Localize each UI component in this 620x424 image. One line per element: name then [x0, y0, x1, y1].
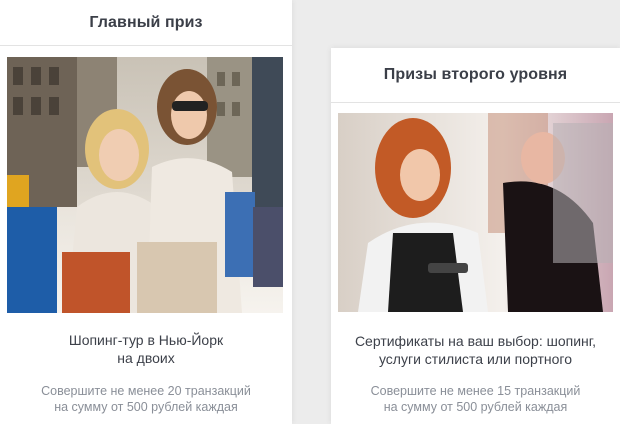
main-prize-name-line1: Шопинг-тур в Нью-Йорк	[68, 332, 224, 348]
main-prize-cond-line2: на сумму от 500 рублей каждая	[54, 400, 238, 414]
stylist-photo	[338, 113, 613, 312]
main-prize-header: Главный приз	[0, 0, 292, 46]
main-prize-condition: Совершите не менее 20 транзакций на сумм…	[0, 383, 292, 415]
main-prize-name-line2: на двоих	[117, 350, 175, 366]
second-prizes-name: Сертификаты на ваш выбор: шопинг, услуги…	[331, 332, 620, 368]
second-prizes-card: Призы второго уровня Сертификаты на ваш …	[331, 48, 620, 424]
second-prizes-condition: Совершите не менее 15 транзакций на сумм…	[331, 383, 620, 415]
second-prizes-name-line2: услуги стилиста или портного	[378, 351, 573, 367]
main-prize-title: Главный приз	[89, 13, 203, 31]
second-prizes-name-line1: Сертификаты на ваш выбор: шопинг,	[354, 333, 597, 349]
second-prizes-cond-line2: на сумму от 500 рублей каждая	[383, 400, 568, 414]
second-prizes-header: Призы второго уровня	[331, 48, 620, 103]
second-prizes-title: Призы второго уровня	[383, 66, 568, 83]
shopping-photo	[7, 57, 283, 313]
second-prizes-cond-line1: Совершите не менее 15 транзакций	[370, 384, 581, 398]
main-prize-cond-line1: Совершите не менее 20 транзакций	[41, 384, 251, 398]
main-prize-name: Шопинг-тур в Нью-Йорк на двоих	[0, 331, 292, 367]
main-prize-card: Главный приз Шопинг-тур в Нью-Йорк на дв…	[0, 0, 292, 424]
